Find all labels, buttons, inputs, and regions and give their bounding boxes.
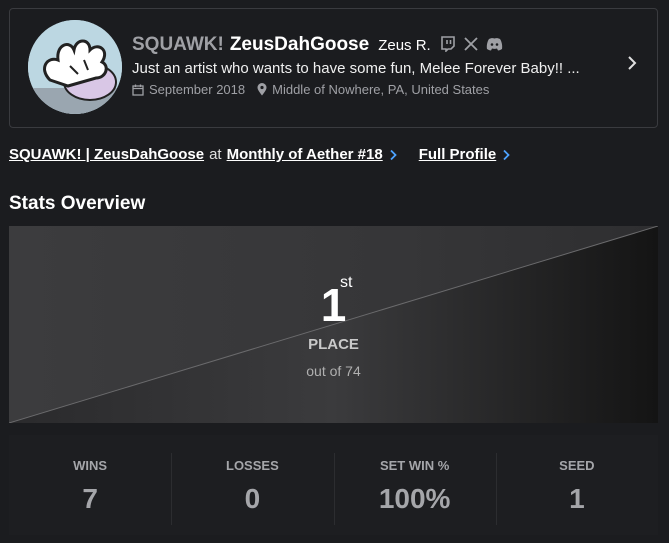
stat-label: SEED — [559, 458, 595, 473]
stats-row: WINS 7 LOSSES 0 SET WIN % 100% SEED 1 — [9, 435, 658, 535]
location: Middle of Nowhere, PA, United States — [272, 82, 490, 97]
profile-bio: Just an artist who wants to have some fu… — [132, 60, 580, 77]
placement-label: PLACE — [308, 336, 359, 353]
event-link[interactable]: Monthly of Aether #18 — [227, 146, 383, 163]
stat-wins: WINS 7 — [9, 435, 171, 535]
stat-value: 1 — [569, 483, 585, 514]
twitch-icon[interactable] — [440, 36, 456, 52]
stat-label: WINS — [73, 458, 108, 473]
full-profile-link[interactable]: Full Profile — [419, 146, 497, 163]
placement-banner: 1 st PLACE out of 74 — [9, 226, 658, 423]
chevron-right-icon — [389, 149, 397, 161]
avatar-image — [28, 20, 122, 114]
x-icon[interactable] — [464, 37, 478, 51]
joined-date: September 2018 — [149, 82, 246, 97]
entrant-link[interactable]: SQUAWK! | ZeusDahGoose — [9, 146, 204, 163]
stat-set-win-percent: SET WIN % 100% — [333, 435, 496, 535]
profile-card[interactable]: SQUAWK! ZeusDahGoose Zeus R. Just an art… — [9, 8, 658, 128]
stat-value: 100% — [378, 483, 451, 514]
gamertag-prefix: SQUAWK! — [132, 34, 224, 55]
gamertag: ZeusDahGoose — [229, 34, 370, 55]
avatar — [28, 20, 122, 114]
stat-value: 0 — [244, 483, 261, 514]
chevron-right-icon — [502, 149, 511, 161]
placement-rank: 1 — [320, 279, 347, 331]
at-label: at — [209, 146, 222, 163]
discord-icon[interactable] — [486, 37, 503, 51]
real-name: Zeus R. — [378, 37, 431, 54]
stat-label: SET WIN % — [379, 458, 450, 473]
calendar-icon — [132, 84, 144, 96]
stat-losses: LOSSES 0 — [171, 435, 333, 535]
placement-total: out of 74 — [306, 363, 361, 379]
stat-label: LOSSES — [226, 458, 279, 473]
stat-seed: SEED 1 — [495, 435, 658, 535]
placement-suffix: st — [340, 274, 353, 291]
chevron-right-icon — [627, 55, 637, 76]
location-pin-icon — [257, 83, 267, 96]
stat-value: 7 — [82, 483, 98, 514]
stats-overview-title: Stats Overview — [9, 193, 146, 214]
